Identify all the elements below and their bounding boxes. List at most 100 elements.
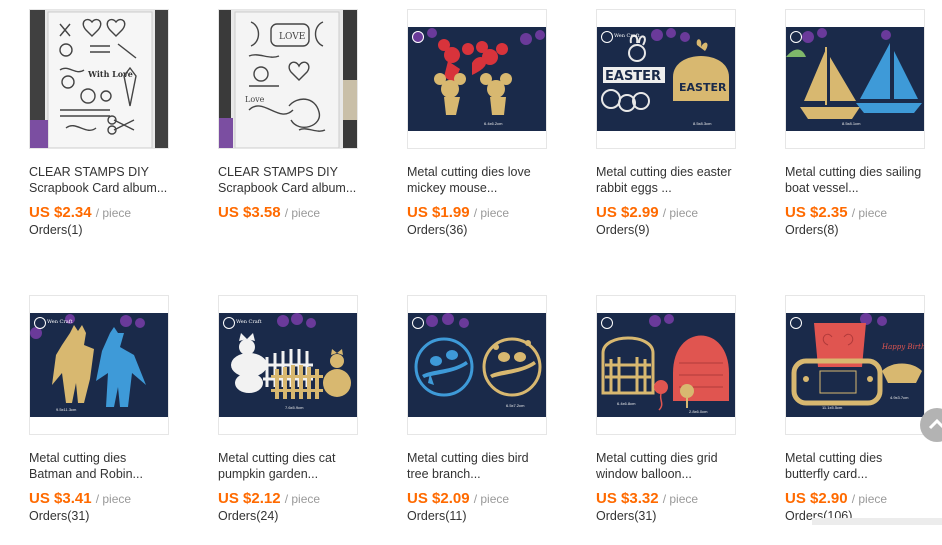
product-image-link[interactable]: 9.5x11.3cm Wen Craft — [29, 295, 169, 435]
product-title-line[interactable]: window balloon... — [596, 466, 766, 482]
product-title-line[interactable]: rabbit eggs ... — [596, 180, 766, 196]
product-title-line[interactable]: Metal cutting dies bird — [407, 450, 577, 466]
product-title-line[interactable]: Metal cutting dies grid — [596, 450, 766, 466]
product-card[interactable]: With Love CLEAR STAMPS DIY Scrapbook Car… — [29, 9, 199, 259]
product-price: US $3.58 / piece — [218, 204, 320, 221]
product-title[interactable]: Metal cutting dies Batman and Robin... — [29, 450, 199, 482]
clear-stamp-sheet-image: With Love — [30, 10, 168, 148]
brand-logo — [601, 31, 613, 43]
brand-logo — [412, 317, 424, 329]
brand-logo — [412, 31, 424, 43]
product-card[interactable]: 6.4x6.8cm 2.8x6.0cm Metal cutting dies g… — [596, 295, 766, 545]
brand-logo — [790, 31, 802, 43]
product-card[interactable]: 6.4x6.2cm Metal cutting dies love mickey… — [407, 9, 577, 259]
brand-logo — [223, 317, 235, 329]
product-image-link[interactable]: 6.4x6.8cm 2.8x6.0cm — [596, 295, 736, 435]
product-price: US $2.12 / piece — [218, 490, 320, 507]
product-title-line[interactable]: CLEAR STAMPS DIY — [29, 164, 199, 180]
product-price: US $2.34 / piece — [29, 204, 131, 221]
birthday-text-shown: Happy Birthday — [881, 343, 924, 351]
product-title-line[interactable]: Metal cutting dies love — [407, 164, 577, 180]
price-unit: / piece — [284, 492, 321, 506]
price-value: US $2.12 — [218, 490, 281, 507]
bottom-toolbar-edge — [812, 518, 942, 525]
product-title-line[interactable]: Scrapbook Card album... — [29, 180, 199, 196]
product-title[interactable]: CLEAR STAMPS DIY Scrapbook Card album... — [29, 164, 199, 196]
product-title-line[interactable]: butterfly card... — [785, 466, 942, 482]
price-value: US $3.32 — [596, 490, 659, 507]
product-orders[interactable]: Orders(8) — [785, 223, 838, 237]
product-title[interactable]: Metal cutting dies sailing boat vessel..… — [785, 164, 942, 196]
price-unit: / piece — [95, 492, 132, 506]
product-title-line[interactable]: tree branch... — [407, 466, 577, 482]
cat-pumpkin-die-image: 7.6x5.9cm Wen Craft — [219, 313, 357, 417]
product-card[interactable]: Happy Birthday 11.1x5.5cm 4.9x3.7cm Meta… — [785, 295, 942, 545]
butterfly-card-die-image: Happy Birthday 11.1x5.5cm 4.9x3.7cm — [786, 313, 924, 417]
price-value: US $3.58 — [218, 204, 281, 221]
price-unit: / piece — [473, 206, 510, 220]
product-price: US $2.09 / piece — [407, 490, 509, 507]
stamp-love-word: Love — [245, 95, 265, 104]
product-title[interactable]: Metal cutting dies love mickey mouse... — [407, 164, 577, 196]
product-orders[interactable]: Orders(24) — [218, 509, 278, 523]
product-card[interactable]: 8.5x8.1cm Metal cutting dies sailing boa… — [785, 9, 942, 259]
product-orders[interactable]: Orders(31) — [29, 509, 89, 523]
product-image-link[interactable]: 7.6x5.9cm Wen Craft — [218, 295, 358, 435]
product-title-line[interactable]: Metal cutting dies — [29, 450, 199, 466]
product-title-line[interactable]: Metal cutting dies sailing — [785, 164, 942, 180]
price-unit: / piece — [95, 206, 132, 220]
product-orders[interactable]: Orders(1) — [29, 223, 82, 237]
price-unit: / piece — [851, 206, 888, 220]
product-card[interactable]: 9.5x11.3cm Wen Craft Metal cutting dies … — [29, 295, 199, 545]
product-title[interactable]: CLEAR STAMPS DIY Scrapbook Card album... — [218, 164, 388, 196]
price-value: US $1.99 — [407, 204, 470, 221]
scroll-to-top-button[interactable] — [920, 408, 942, 442]
brand-text: Wen Craft — [614, 33, 640, 39]
product-image-link[interactable]: With Love — [29, 9, 169, 149]
product-image-link[interactable]: LOVE Love — [218, 9, 358, 149]
product-title-line[interactable]: pumpkin garden... — [218, 466, 388, 482]
mickey-die-image: 6.4x6.2cm — [408, 27, 546, 131]
product-title-line[interactable]: boat vessel... — [785, 180, 942, 196]
product-image-link[interactable]: 8.5x8.1cm — [785, 9, 925, 149]
brand-logo — [790, 317, 802, 329]
svg-text:With Love: With Love — [87, 69, 133, 79]
price-unit: / piece — [662, 206, 699, 220]
product-card[interactable]: 7.6x5.9cm Wen Craft Metal cutting dies c… — [218, 295, 388, 545]
product-title-line[interactable]: Metal cutting dies cat — [218, 450, 388, 466]
product-card[interactable]: 6.5x7.2cm Metal cutting dies bird tree b… — [407, 295, 577, 545]
product-title-line[interactable]: Metal cutting dies — [785, 450, 942, 466]
product-price: US $3.41 / piece — [29, 490, 131, 507]
size-label: 9.5x11.3cm — [56, 407, 77, 412]
product-title-line[interactable]: Batman and Robin... — [29, 466, 199, 482]
size-label: 7.6x5.9cm — [285, 405, 304, 410]
product-image-link[interactable]: 6.4x6.2cm — [407, 9, 547, 149]
product-orders[interactable]: Orders(31) — [596, 509, 656, 523]
product-title-line[interactable]: CLEAR STAMPS DIY — [218, 164, 388, 180]
product-title-line[interactable]: Scrapbook Card album... — [218, 180, 388, 196]
product-title-line[interactable]: Metal cutting dies easter — [596, 164, 766, 180]
product-image-link[interactable]: 6.5x7.2cm — [407, 295, 547, 435]
price-value: US $2.35 — [785, 204, 848, 221]
product-image-link[interactable]: Happy Birthday 11.1x5.5cm 4.9x3.7cm — [785, 295, 925, 435]
product-orders[interactable]: Orders(11) — [407, 509, 467, 523]
brand-text: Wen Craft — [47, 319, 73, 325]
product-orders[interactable]: Orders(36) — [407, 223, 467, 237]
product-card[interactable]: LOVE Love CLEAR STAMPS DIY Scrapbook Car… — [218, 9, 388, 259]
product-card[interactable]: EASTER EASTER 8.5x8.3cm Wen Craft Metal … — [596, 9, 766, 259]
size-label: 6.4x6.2cm — [484, 121, 503, 126]
product-title[interactable]: Metal cutting dies easter rabbit eggs ..… — [596, 164, 766, 196]
size-label: 4.9x3.7cm — [890, 395, 909, 400]
window-balloon-die-image: 6.4x6.8cm 2.8x6.0cm — [597, 313, 735, 417]
product-title[interactable]: Metal cutting dies butterfly card... — [785, 450, 942, 482]
product-title-line[interactable]: mickey mouse... — [407, 180, 577, 196]
price-unit: / piece — [851, 492, 888, 506]
product-grid: With Love CLEAR STAMPS DIY Scrapbook Car… — [0, 0, 942, 525]
product-title[interactable]: Metal cutting dies grid window balloon..… — [596, 450, 766, 482]
product-title[interactable]: Metal cutting dies cat pumpkin garden... — [218, 450, 388, 482]
price-unit: / piece — [662, 492, 699, 506]
product-title[interactable]: Metal cutting dies bird tree branch... — [407, 450, 577, 482]
product-orders[interactable]: Orders(9) — [596, 223, 649, 237]
product-price: US $1.99 / piece — [407, 204, 509, 221]
product-image-link[interactable]: EASTER EASTER 8.5x8.3cm Wen Craft — [596, 9, 736, 149]
